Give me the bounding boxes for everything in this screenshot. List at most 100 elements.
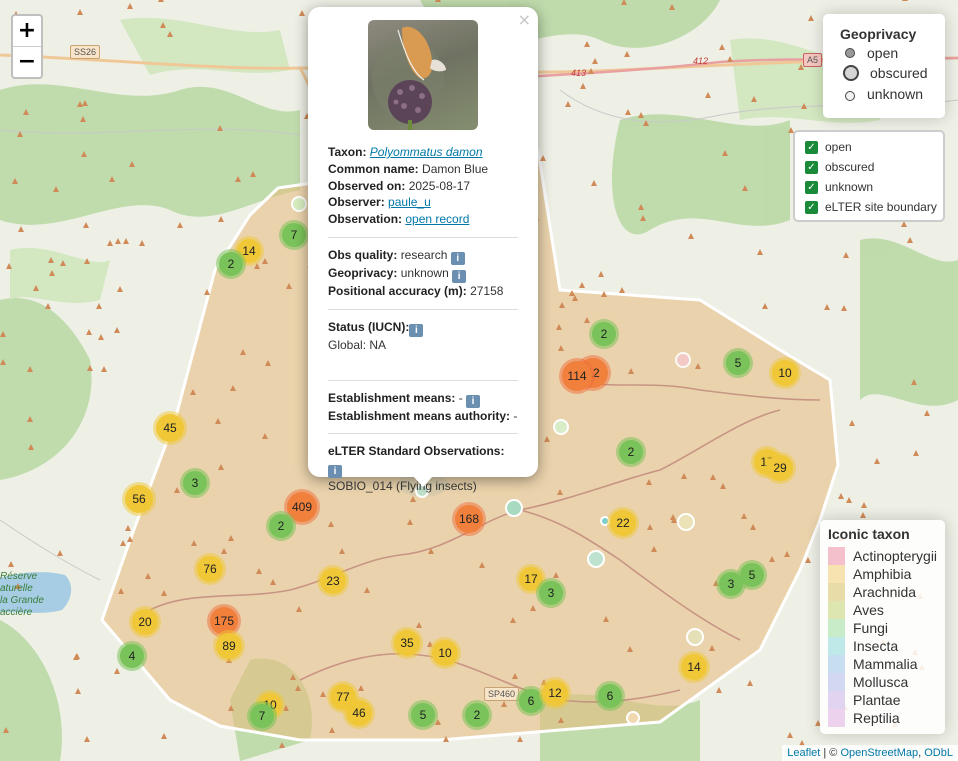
zoom-out-button[interactable]: −	[13, 46, 41, 77]
checkbox-checked-icon[interactable]: ✓	[805, 140, 818, 154]
observation-marker[interactable]	[677, 513, 695, 531]
cluster-count: 3	[719, 572, 743, 596]
cluster-marker[interactable]: 20	[129, 606, 161, 638]
layers-control: ✓ open ✓ obscured ✓ unknown ✓ eLTER site bou…	[793, 130, 945, 222]
cluster-marker[interactable]: 22	[607, 507, 639, 539]
popup-close-button[interactable]: ×	[518, 10, 531, 29]
cluster-marker[interactable]: 2	[589, 319, 619, 349]
observation-photo[interactable]	[368, 20, 478, 130]
cluster-marker[interactable]: 89	[213, 630, 245, 662]
cluster-count: 20	[132, 609, 158, 635]
cluster-count: 3	[539, 581, 563, 605]
cluster-marker[interactable]: 114	[559, 358, 595, 394]
osm-link[interactable]: OpenStreetMap	[840, 747, 918, 759]
legend-item: Insecta	[853, 638, 899, 654]
info-icon[interactable]: i	[452, 269, 467, 283]
cluster-marker[interactable]: 2	[616, 437, 646, 467]
legend-item: open	[867, 45, 899, 61]
observation-marker[interactable]	[291, 196, 307, 212]
layer-toggle-unknown[interactable]: ✓ unknown	[805, 180, 873, 194]
cluster-marker[interactable]: 45	[153, 411, 187, 445]
cluster-marker[interactable]: 10	[429, 637, 461, 669]
cluster-count: 4	[120, 644, 144, 668]
cluster-marker[interactable]: 2	[216, 249, 246, 279]
observer-link[interactable]: paule_u	[388, 195, 431, 209]
legend-item: Fungi	[853, 620, 889, 636]
cluster-count: 12	[542, 680, 568, 706]
cluster-count: 2	[465, 703, 489, 727]
popup-tip	[413, 476, 433, 487]
map-container[interactable]: SS26 413 412 A5 SP460 Réserve aturelle l…	[0, 0, 958, 761]
cluster-marker[interactable]: 6	[595, 681, 625, 711]
observation-marker[interactable]	[587, 550, 605, 568]
info-icon[interactable]: i	[466, 394, 481, 408]
road-label: 413	[571, 68, 587, 78]
cluster-marker[interactable]: 29	[764, 452, 796, 484]
leaflet-link[interactable]: Leaflet	[787, 747, 820, 759]
observation-marker[interactable]	[686, 628, 704, 646]
cluster-marker[interactable]: 168	[452, 502, 486, 536]
cluster-marker[interactable]: 7	[247, 701, 277, 731]
cluster-marker[interactable]: 2	[266, 511, 296, 541]
cluster-marker[interactable]: 46	[343, 697, 375, 729]
cluster-count: 3	[183, 471, 207, 495]
observation-marker[interactable]	[675, 352, 691, 368]
observation-marker[interactable]	[505, 499, 523, 517]
obs-quality: research	[400, 247, 448, 262]
cluster-marker[interactable]: 14	[678, 651, 710, 683]
zoom-in-button[interactable]: +	[13, 16, 41, 46]
cluster-marker[interactable]: 5	[408, 700, 438, 730]
info-icon[interactable]: i	[409, 323, 424, 337]
cluster-marker[interactable]: 56	[122, 482, 156, 516]
legend-swatch	[828, 547, 845, 565]
observation-popup: × Taxon: Polyommatus damon Common name: …	[308, 7, 538, 493]
cluster-count: 2	[219, 252, 243, 276]
cluster-marker[interactable]: 3	[180, 468, 210, 498]
cluster-count: 10	[432, 640, 458, 666]
checkbox-checked-icon[interactable]: ✓	[805, 200, 818, 214]
info-icon[interactable]: i	[328, 465, 342, 479]
cluster-marker[interactable]: 3	[716, 569, 746, 599]
cluster-marker[interactable]: 35	[391, 627, 423, 659]
legend-swatch	[828, 655, 845, 673]
legend-item: Actinopterygii	[853, 548, 938, 564]
cluster-marker[interactable]: 7	[279, 220, 309, 250]
cluster-count: 46	[346, 700, 372, 726]
legend-swatch	[828, 565, 845, 583]
checkbox-checked-icon[interactable]: ✓	[805, 180, 818, 194]
cluster-count: 23	[320, 568, 346, 594]
cluster-count: 2	[592, 322, 616, 346]
observation-link[interactable]: open record	[405, 212, 469, 226]
mountain-peak-icon	[902, 0, 908, 1]
taxon-link[interactable]: Polyommatus damon	[370, 145, 483, 159]
legend-swatch	[828, 673, 845, 691]
cluster-marker[interactable]: 10	[769, 357, 801, 389]
cluster-marker[interactable]: 12	[539, 677, 571, 709]
cluster-marker[interactable]: 23	[317, 565, 349, 597]
cluster-marker[interactable]: 76	[194, 553, 226, 585]
layer-toggle-obscured[interactable]: ✓ obscured	[805, 160, 874, 174]
establishment-means: -	[458, 390, 463, 405]
cluster-count: 56	[125, 485, 153, 513]
cluster-marker[interactable]: 5	[723, 348, 753, 378]
cluster-count: 5	[411, 703, 435, 727]
legend-title: Geoprivacy	[840, 26, 917, 42]
layer-toggle-boundary[interactable]: ✓ eLTER site boundary	[805, 200, 937, 214]
cluster-count: 22	[610, 510, 636, 536]
cluster-count: 14	[681, 654, 707, 680]
cluster-count: 10	[772, 360, 798, 386]
cluster-count: 2	[269, 514, 293, 538]
cluster-marker[interactable]: 2	[462, 700, 492, 730]
observation-marker[interactable]	[626, 711, 640, 725]
info-icon[interactable]: i	[450, 251, 465, 265]
legend-dot-open	[845, 48, 855, 58]
checkbox-checked-icon[interactable]: ✓	[805, 160, 818, 174]
layer-toggle-open[interactable]: ✓ open	[805, 140, 852, 154]
odbl-link[interactable]: ODbL	[924, 747, 953, 759]
observation-marker[interactable]	[553, 419, 569, 435]
road-label: 412	[693, 56, 709, 66]
zoom-control: + −	[11, 14, 43, 79]
cluster-marker[interactable]: 4	[117, 641, 147, 671]
cluster-marker[interactable]: 3	[536, 578, 566, 608]
establishment-authority: -	[513, 408, 518, 423]
